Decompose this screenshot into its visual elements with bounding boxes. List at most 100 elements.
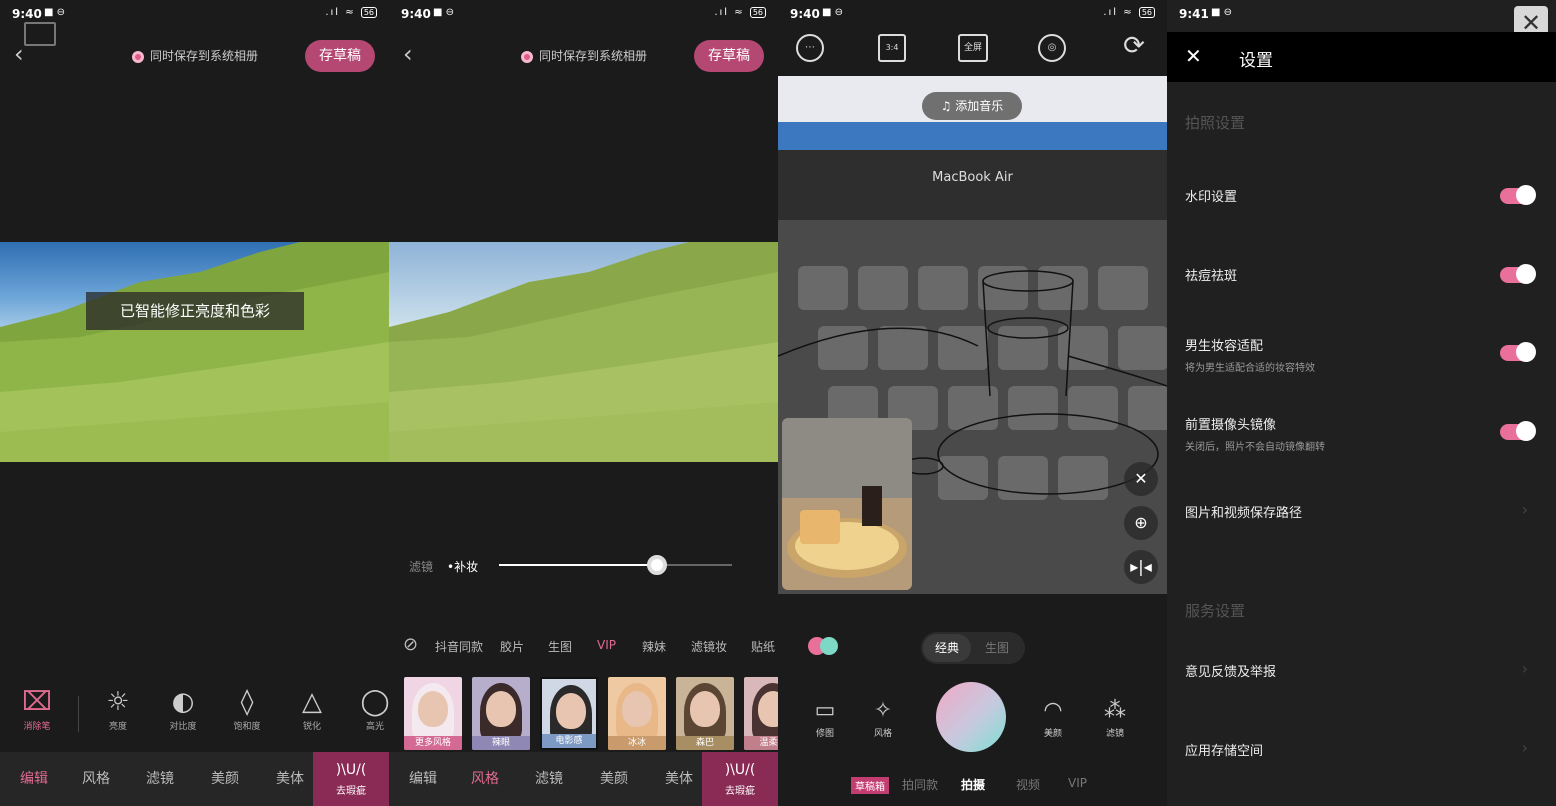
category-item[interactable]: 生图 [548, 638, 572, 655]
style-thumb[interactable]: 森巴 [676, 677, 734, 750]
fullscreen-icon[interactable]: 全屏 [958, 34, 988, 62]
mode-raw[interactable]: 生图 [975, 634, 1019, 662]
back-icon[interactable]: ‹ [403, 40, 413, 68]
notification-icon: ■ ⊖ [44, 7, 66, 18]
mirror-toggle[interactable] [1500, 421, 1536, 441]
add-music-button[interactable]: ♫ 添加音乐 [922, 92, 1022, 120]
setting-subtitle: 关闭后，照片不会自动镜像翻转 [1185, 442, 1325, 453]
tab-body[interactable]: 美体 [260, 752, 320, 806]
none-icon[interactable]: ⊘ [403, 634, 418, 655]
section-service: 服务设置 [1185, 602, 1246, 620]
style-button[interactable]: ✧ 风格 [861, 696, 905, 739]
slider-knob[interactable] [647, 555, 668, 575]
style-thumbs: 更多风格 辣眼 电影感 冰冰 森巴 温柔甜 [404, 677, 778, 750]
shutter-button[interactable] [936, 682, 1006, 752]
style-thumb[interactable]: 冰冰 [608, 677, 666, 750]
category-item[interactable]: 滤镜妆 [691, 638, 727, 655]
chevron-right-icon: › [1521, 500, 1528, 519]
mirror-icon[interactable]: ▸|◂ [1124, 550, 1158, 584]
pip-preview[interactable] [782, 418, 912, 590]
category-item[interactable]: 辣妹 [642, 638, 666, 655]
tool-contrast[interactable]: ◐ 对比度 [158, 685, 208, 732]
mode-drafts[interactable]: 草稿箱 [851, 777, 889, 794]
save-draft-button[interactable]: 存草稿 [694, 40, 764, 72]
tab-style[interactable]: 风格 [455, 752, 515, 806]
style-thumb[interactable]: 温柔甜 [744, 677, 778, 750]
chevron-right-icon: › [1521, 738, 1528, 757]
tool-saturation[interactable]: ◊ 饱和度 [222, 685, 272, 732]
flip-camera-icon[interactable]: ⟳ [1120, 33, 1148, 62]
avatar-toggle[interactable] [808, 637, 842, 657]
close-icon[interactable]: ✕ [1185, 44, 1202, 68]
more-icon[interactable]: ⋯ [796, 34, 824, 62]
radio-icon [132, 50, 144, 63]
save-to-album-toggle[interactable]: 同时保存到系统相册 [132, 47, 258, 64]
filter-button[interactable]: ⁂ 滤镜 [1093, 696, 1137, 739]
status-bar: 9:40 ■ ⊖ .ıl ≈ 56 [0, 0, 389, 30]
toggle-knob [1516, 421, 1536, 441]
tab-blemish[interactable]: )\U/(去瑕疵 [702, 752, 778, 806]
category-item[interactable]: 贴纸 [751, 638, 775, 655]
timer-icon[interactable]: ◎ [1038, 34, 1066, 62]
close-pip-icon[interactable]: ✕ [1124, 462, 1158, 496]
setting-row-feedback[interactable]: 意见反馈及举报 › [1185, 659, 1538, 680]
tab-filter[interactable]: 滤镜 [519, 752, 579, 806]
setting-row-male-makeup[interactable]: 男生妆容适配 将为男生适配合适的妆容特效 [1185, 335, 1538, 374]
acne-toggle[interactable] [1500, 264, 1536, 284]
eraser-icon: ⌧ [22, 687, 52, 717]
mode-classic[interactable]: 经典 [923, 634, 971, 662]
setting-title: 男生妆容适配 [1185, 339, 1264, 354]
mode-same[interactable]: 拍同款 [902, 776, 938, 793]
save-to-album-toggle[interactable]: 同时保存到系统相册 [521, 47, 647, 64]
category-item[interactable]: 抖音同款 [435, 638, 483, 655]
style-thumb[interactable]: 辣眼 [472, 677, 530, 750]
tab-edit[interactable]: 编辑 [393, 752, 453, 806]
tool-sharpen[interactable]: △ 锐化 [287, 685, 337, 732]
tab-style[interactable]: 风格 [66, 752, 126, 806]
photo-preview[interactable] [389, 242, 778, 462]
mode-vip[interactable]: VIP [1068, 776, 1087, 790]
style-thumb[interactable]: 更多风格 [404, 677, 462, 750]
retouch-icon: ▭ [814, 698, 836, 723]
tab-blemish[interactable]: )\U/(去瑕疵 [313, 752, 389, 806]
photo-preview[interactable]: 已智能修正亮度和色彩 [0, 242, 389, 462]
mode-toggle[interactable]: 经典 生图 [921, 632, 1025, 664]
category-item[interactable]: 胶片 [500, 638, 524, 655]
beauty-button[interactable]: ◠ 美颜 [1031, 696, 1075, 739]
retouch-button[interactable]: ▭ 修图 [803, 696, 847, 739]
tool-highlight[interactable]: ◯ 高光 [350, 685, 389, 732]
thumb-label: 电影感 [542, 734, 596, 748]
setting-row-watermark[interactable]: 水印设置 [1185, 185, 1538, 205]
setting-row-acne[interactable]: 祛痘祛斑 [1185, 264, 1538, 284]
thumb-face [486, 691, 516, 727]
style-thumb[interactable]: 电影感 [540, 677, 598, 750]
tab-beauty[interactable]: 美颜 [195, 752, 255, 806]
setting-row-save-path[interactable]: 图片和视频保存路径 › [1185, 500, 1538, 521]
back-icon[interactable]: ‹ [14, 40, 24, 68]
mode-photo[interactable]: 拍摄 [961, 776, 985, 793]
watermark-toggle[interactable] [1500, 185, 1536, 205]
setting-subtitle: 将为男生适配合适的妆容特效 [1185, 363, 1315, 374]
tab-body[interactable]: 美体 [649, 752, 709, 806]
tool-eraser[interactable]: ⌧ 消除笔 [12, 685, 62, 732]
status-time: 9:41 [1179, 7, 1209, 21]
setting-title: 图片和视频保存路径 [1185, 506, 1303, 521]
blemish-icon: )\U/( [724, 762, 756, 778]
tab-edit[interactable]: 编辑 [4, 752, 64, 806]
tool-brightness[interactable]: ☼ 亮度 [93, 685, 143, 732]
contrast-icon: ◐ [171, 687, 195, 717]
setting-row-mirror[interactable]: 前置摄像头镜像 关闭后，照片不会自动镜像翻转 [1185, 414, 1538, 453]
tab-beauty[interactable]: 美颜 [584, 752, 644, 806]
category-item-vip[interactable]: VIP [597, 638, 616, 652]
setting-title: 前置摄像头镜像 [1185, 418, 1277, 433]
thumb-label: 更多风格 [404, 736, 462, 750]
brightness-icon: ☼ [106, 687, 130, 717]
male-makeup-toggle[interactable] [1500, 342, 1536, 362]
tab-filter[interactable]: 滤镜 [130, 752, 190, 806]
ratio-icon[interactable]: 3:4 [878, 34, 906, 62]
zoom-icon[interactable]: ⊕ [1124, 506, 1158, 540]
mode-video[interactable]: 视频 [1016, 776, 1040, 793]
tool-label: 对比度 [169, 722, 197, 732]
setting-row-storage[interactable]: 应用存储空间 › [1185, 738, 1538, 759]
save-draft-button[interactable]: 存草稿 [305, 40, 375, 72]
